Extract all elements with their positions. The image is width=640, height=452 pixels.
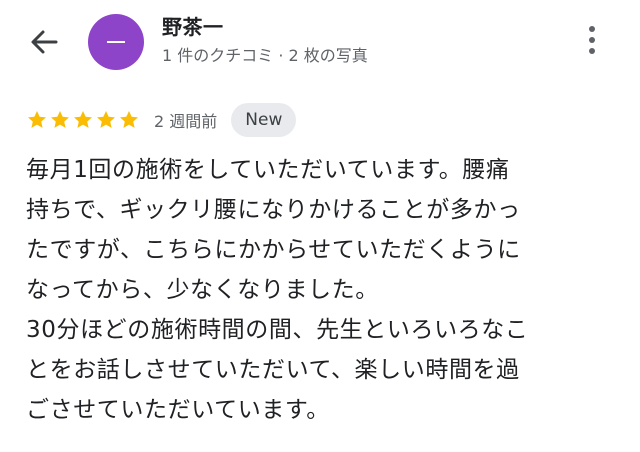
star-icon [97, 111, 115, 128]
review-text: 毎月1回の施術をしていただいています。腰痛 持ちで、ギックリ腰になりかけることが… [26, 150, 626, 430]
review-text-line: 持ちで、ギックリ腰になりかけることが多かっ [26, 197, 521, 223]
review-text-line: たですが、こちらにかからせていただくように [26, 237, 521, 263]
rating-row: 2 週間前 New [26, 103, 297, 137]
review-header: 野茶一 1 件のクチコミ · 2 枚の写真 [0, 0, 640, 82]
review-text-line: なってから、少なくなりました。 [26, 277, 379, 303]
star-icon [120, 111, 138, 128]
review-text-line: ごさせていただいています。 [26, 397, 330, 423]
star-icon [28, 111, 46, 128]
more-vert-icon [589, 37, 595, 43]
review-text-line: とをお話しさせていただいて、楽しい時間を過 [26, 357, 520, 383]
star-icon [74, 111, 92, 128]
back-button[interactable] [26, 24, 62, 60]
new-badge: New [231, 103, 297, 137]
more-options-button[interactable] [580, 22, 604, 58]
review-text-line: 30分ほどの施術時間の間、先生といろいろなこ [26, 317, 529, 343]
reviewer-name[interactable]: 野茶一 [162, 11, 224, 40]
avatar[interactable] [88, 14, 144, 70]
avatar-placeholder-icon [107, 41, 125, 43]
more-vert-icon [589, 26, 595, 32]
more-vert-icon [589, 48, 595, 54]
review-time: 2 週間前 [154, 112, 218, 131]
star-rating [26, 109, 140, 131]
review-text-line: 毎月1回の施術をしていただいています。腰痛 [26, 157, 510, 183]
arrow-back-icon [31, 30, 58, 54]
reviewer-meta: 1 件のクチコミ · 2 枚の写真 [162, 46, 368, 65]
star-icon [51, 111, 69, 128]
